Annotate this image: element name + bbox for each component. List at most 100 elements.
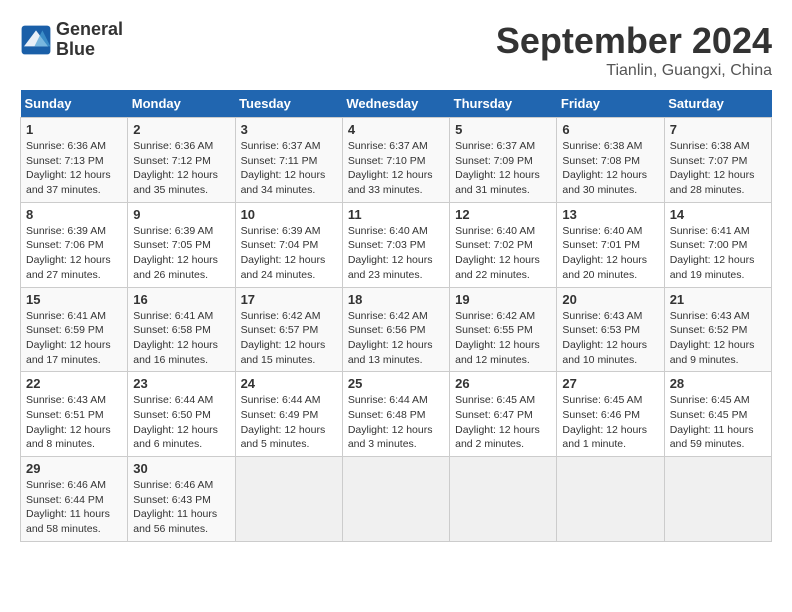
day-info: Sunrise: 6:42 AM Sunset: 6:56 PM Dayligh… bbox=[348, 309, 444, 368]
calendar-cell: 19 Sunrise: 6:42 AM Sunset: 6:55 PM Dayli… bbox=[450, 287, 557, 372]
calendar-cell: 17 Sunrise: 6:42 AM Sunset: 6:57 PM Dayli… bbox=[235, 287, 342, 372]
day-number: 23 bbox=[133, 376, 229, 391]
day-info: Sunrise: 6:37 AM Sunset: 7:11 PM Dayligh… bbox=[241, 139, 337, 198]
day-info: Sunrise: 6:39 AM Sunset: 7:04 PM Dayligh… bbox=[241, 224, 337, 283]
header-day: Saturday bbox=[664, 90, 771, 118]
day-number: 10 bbox=[241, 207, 337, 222]
calendar-cell: 25 Sunrise: 6:44 AM Sunset: 6:48 PM Dayli… bbox=[342, 372, 449, 457]
calendar-cell bbox=[342, 457, 449, 542]
day-info: Sunrise: 6:37 AM Sunset: 7:10 PM Dayligh… bbox=[348, 139, 444, 198]
calendar-cell: 29Sunrise: 6:46 AM Sunset: 6:44 PM Dayli… bbox=[21, 457, 128, 542]
day-number: 9 bbox=[133, 207, 229, 222]
day-info: Sunrise: 6:39 AM Sunset: 7:06 PM Dayligh… bbox=[26, 224, 122, 283]
day-info: Sunrise: 6:41 AM Sunset: 7:00 PM Dayligh… bbox=[670, 224, 766, 283]
calendar-cell: 6Sunrise: 6:38 AM Sunset: 7:08 PM Daylig… bbox=[557, 118, 664, 203]
header-day: Monday bbox=[128, 90, 235, 118]
calendar-cell: 21Sunrise: 6:43 AM Sunset: 6:52 PM Dayli… bbox=[664, 287, 771, 372]
day-info: Sunrise: 6:43 AM Sunset: 6:51 PM Dayligh… bbox=[26, 393, 122, 452]
calendar-cell: 20 Sunrise: 6:43 AM Sunset: 6:53 PM Dayli… bbox=[557, 287, 664, 372]
calendar-week: 1 Sunrise: 6:36 AM Sunset: 7:13 PM Daylig… bbox=[21, 118, 772, 203]
day-info: Sunrise: 6:39 AM Sunset: 7:05 PM Dayligh… bbox=[133, 224, 229, 283]
day-number: 30 bbox=[133, 461, 229, 476]
day-number: 17 bbox=[241, 292, 337, 307]
calendar-cell: 28 Sunrise: 6:45 AM Sunset: 6:45 PM Dayli… bbox=[664, 372, 771, 457]
day-number: 13 bbox=[562, 207, 658, 222]
calendar-cell: 26Sunrise: 6:45 AM Sunset: 6:47 PM Dayli… bbox=[450, 372, 557, 457]
day-number: 14 bbox=[670, 207, 766, 222]
day-info: Sunrise: 6:45 AM Sunset: 6:46 PM Dayligh… bbox=[562, 393, 658, 452]
day-info: Sunrise: 6:46 AM Sunset: 6:43 PM Dayligh… bbox=[133, 478, 229, 537]
calendar-cell: 2 Sunrise: 6:36 AM Sunset: 7:12 PM Daylig… bbox=[128, 118, 235, 203]
calendar-cell: 3 Sunrise: 6:37 AM Sunset: 7:11 PM Daylig… bbox=[235, 118, 342, 203]
day-number: 3 bbox=[241, 122, 337, 137]
calendar-cell: 16Sunrise: 6:41 AM Sunset: 6:58 PM Dayli… bbox=[128, 287, 235, 372]
month-title: September 2024 bbox=[496, 20, 772, 62]
page-header: General Blue September 2024 Tianlin, Gua… bbox=[20, 20, 772, 80]
day-number: 18 bbox=[348, 292, 444, 307]
calendar-cell: 4 Sunrise: 6:37 AM Sunset: 7:10 PM Daylig… bbox=[342, 118, 449, 203]
day-info: Sunrise: 6:44 AM Sunset: 6:50 PM Dayligh… bbox=[133, 393, 229, 452]
header-day: Tuesday bbox=[235, 90, 342, 118]
day-info: Sunrise: 6:44 AM Sunset: 6:48 PM Dayligh… bbox=[348, 393, 444, 452]
calendar-cell: 7Sunrise: 6:38 AM Sunset: 7:07 PM Daylig… bbox=[664, 118, 771, 203]
day-number: 11 bbox=[348, 207, 444, 222]
logo: General Blue bbox=[20, 20, 123, 60]
calendar-body: 1 Sunrise: 6:36 AM Sunset: 7:13 PM Daylig… bbox=[21, 118, 772, 542]
day-info: Sunrise: 6:41 AM Sunset: 6:59 PM Dayligh… bbox=[26, 309, 122, 368]
calendar-cell bbox=[664, 457, 771, 542]
day-number: 8 bbox=[26, 207, 122, 222]
day-number: 29 bbox=[26, 461, 122, 476]
day-number: 19 bbox=[455, 292, 551, 307]
calendar-cell: 18 Sunrise: 6:42 AM Sunset: 6:56 PM Dayli… bbox=[342, 287, 449, 372]
header-day: Friday bbox=[557, 90, 664, 118]
calendar-cell bbox=[557, 457, 664, 542]
day-number: 2 bbox=[133, 122, 229, 137]
calendar-cell: 14 Sunrise: 6:41 AM Sunset: 7:00 PM Dayli… bbox=[664, 202, 771, 287]
day-number: 27 bbox=[562, 376, 658, 391]
calendar-table: SundayMondayTuesdayWednesdayThursdayFrid… bbox=[20, 90, 772, 542]
calendar-cell bbox=[235, 457, 342, 542]
calendar-week: 22Sunrise: 6:43 AM Sunset: 6:51 PM Dayli… bbox=[21, 372, 772, 457]
title-section: September 2024 Tianlin, Guangxi, China bbox=[496, 20, 772, 80]
day-info: Sunrise: 6:44 AM Sunset: 6:49 PM Dayligh… bbox=[241, 393, 337, 452]
logo-icon bbox=[20, 24, 52, 56]
day-number: 4 bbox=[348, 122, 444, 137]
calendar-cell: 9 Sunrise: 6:39 AM Sunset: 7:05 PM Daylig… bbox=[128, 202, 235, 287]
day-info: Sunrise: 6:45 AM Sunset: 6:45 PM Dayligh… bbox=[670, 393, 766, 452]
calendar-cell: 10 Sunrise: 6:39 AM Sunset: 7:04 PM Dayli… bbox=[235, 202, 342, 287]
day-number: 25 bbox=[348, 376, 444, 391]
calendar-week: 15Sunrise: 6:41 AM Sunset: 6:59 PM Dayli… bbox=[21, 287, 772, 372]
calendar-week: 8 Sunrise: 6:39 AM Sunset: 7:06 PM Daylig… bbox=[21, 202, 772, 287]
calendar-cell: 12 Sunrise: 6:40 AM Sunset: 7:02 PM Dayli… bbox=[450, 202, 557, 287]
day-info: Sunrise: 6:43 AM Sunset: 6:53 PM Dayligh… bbox=[562, 309, 658, 368]
location: Tianlin, Guangxi, China bbox=[496, 62, 772, 80]
day-number: 1 bbox=[26, 122, 122, 137]
calendar-cell bbox=[450, 457, 557, 542]
day-info: Sunrise: 6:43 AM Sunset: 6:52 PM Dayligh… bbox=[670, 309, 766, 368]
header-day: Sunday bbox=[21, 90, 128, 118]
calendar-cell: 15Sunrise: 6:41 AM Sunset: 6:59 PM Dayli… bbox=[21, 287, 128, 372]
calendar-cell: 22Sunrise: 6:43 AM Sunset: 6:51 PM Dayli… bbox=[21, 372, 128, 457]
day-info: Sunrise: 6:42 AM Sunset: 6:57 PM Dayligh… bbox=[241, 309, 337, 368]
day-info: Sunrise: 6:42 AM Sunset: 6:55 PM Dayligh… bbox=[455, 309, 551, 368]
header-day: Wednesday bbox=[342, 90, 449, 118]
day-number: 16 bbox=[133, 292, 229, 307]
day-number: 12 bbox=[455, 207, 551, 222]
day-info: Sunrise: 6:37 AM Sunset: 7:09 PM Dayligh… bbox=[455, 139, 551, 198]
day-info: Sunrise: 6:40 AM Sunset: 7:02 PM Dayligh… bbox=[455, 224, 551, 283]
day-info: Sunrise: 6:36 AM Sunset: 7:13 PM Dayligh… bbox=[26, 139, 122, 198]
logo-line1: General bbox=[56, 20, 123, 40]
day-info: Sunrise: 6:38 AM Sunset: 7:07 PM Dayligh… bbox=[670, 139, 766, 198]
day-info: Sunrise: 6:45 AM Sunset: 6:47 PM Dayligh… bbox=[455, 393, 551, 452]
calendar-cell: 30 Sunrise: 6:46 AM Sunset: 6:43 PM Dayli… bbox=[128, 457, 235, 542]
calendar-cell: 23 Sunrise: 6:44 AM Sunset: 6:50 PM Dayli… bbox=[128, 372, 235, 457]
header-day: Thursday bbox=[450, 90, 557, 118]
logo-text: General Blue bbox=[56, 20, 123, 60]
day-number: 20 bbox=[562, 292, 658, 307]
day-number: 24 bbox=[241, 376, 337, 391]
day-number: 28 bbox=[670, 376, 766, 391]
calendar-header: SundayMondayTuesdayWednesdayThursdayFrid… bbox=[21, 90, 772, 118]
day-info: Sunrise: 6:40 AM Sunset: 7:01 PM Dayligh… bbox=[562, 224, 658, 283]
logo-line2: Blue bbox=[56, 40, 123, 60]
day-info: Sunrise: 6:36 AM Sunset: 7:12 PM Dayligh… bbox=[133, 139, 229, 198]
